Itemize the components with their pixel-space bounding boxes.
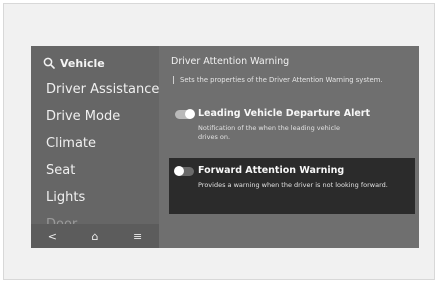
home-button[interactable]: ⌂ xyxy=(80,226,110,246)
setting-description: Notification of the when the leading veh… xyxy=(198,124,340,141)
back-button[interactable]: < xyxy=(37,226,67,246)
infotainment-screen: Vehicle Driver Assistance Drive Mode Cli… xyxy=(31,46,419,248)
sidebar-search[interactable]: Vehicle xyxy=(43,55,105,71)
sidebar-item-climate[interactable]: Climate xyxy=(46,130,159,157)
sidebar-item-seat[interactable]: Seat xyxy=(46,157,159,184)
toggle-switch-on[interactable] xyxy=(175,109,195,119)
sidebar-menu: Driver Assistance Drive Mode Climate Sea… xyxy=(46,76,159,238)
setting-title: Forward Attention Warning xyxy=(198,165,345,176)
toggle-switch-off[interactable] xyxy=(174,166,194,176)
setting-description: Provides a warning when the driver is no… xyxy=(198,181,388,189)
sidebar-item-lights[interactable]: Lights xyxy=(46,184,159,211)
back-icon: < xyxy=(47,229,57,243)
page-description: Sets the properties of the Driver Attent… xyxy=(173,76,383,84)
search-icon xyxy=(43,57,55,69)
sidebar-header-label: Vehicle xyxy=(60,56,105,70)
settings-panel: Driver Attention Warning Sets the proper… xyxy=(167,46,419,248)
menu-button[interactable]: ≡ xyxy=(123,226,153,246)
sidebar: Vehicle Driver Assistance Drive Mode Cli… xyxy=(31,46,159,248)
sidebar-item-driver-assistance[interactable]: Driver Assistance xyxy=(46,76,159,103)
toggle-knob xyxy=(174,166,184,176)
home-icon: ⌂ xyxy=(91,229,99,243)
setting-forward-attention-warning[interactable]: Forward Attention Warning Provides a war… xyxy=(169,158,415,214)
sidebar-item-drive-mode[interactable]: Drive Mode xyxy=(46,103,159,130)
bottom-nav-bar: < ⌂ ≡ xyxy=(31,224,159,248)
setting-leading-vehicle-departure-alert[interactable]: Leading Vehicle Departure Alert Notifica… xyxy=(169,104,415,148)
setting-title: Leading Vehicle Departure Alert xyxy=(198,108,371,119)
toggle-knob xyxy=(185,109,195,119)
menu-icon: ≡ xyxy=(133,229,143,243)
page-title: Driver Attention Warning xyxy=(171,56,290,67)
figure-frame: Vehicle Driver Assistance Drive Mode Cli… xyxy=(3,3,435,280)
